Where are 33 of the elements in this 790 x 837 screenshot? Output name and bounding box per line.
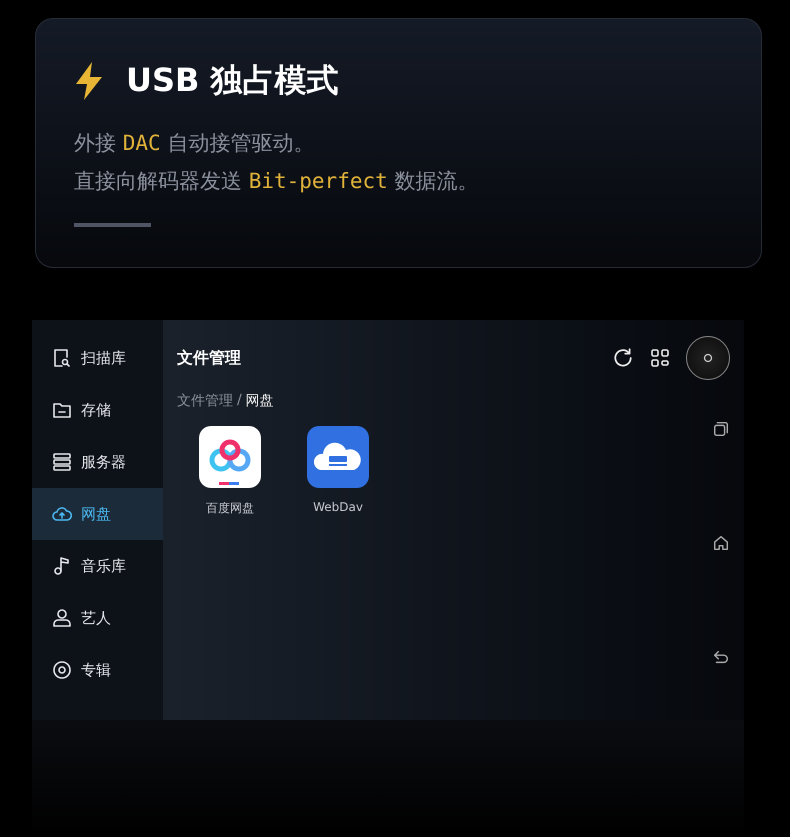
cloud-app-icon[interactable]: [199, 426, 261, 488]
breadcrumb-item[interactable]: 网盘: [246, 392, 274, 410]
lightning-icon: [74, 62, 104, 100]
card-text: 外接 DAC 自动接管驱动。: [74, 130, 316, 157]
sidebar-item[interactable]: 服务器: [32, 436, 163, 488]
breadcrumb-item[interactable]: 文件管理: [177, 392, 233, 410]
disc-button[interactable]: [686, 336, 730, 380]
disc-center-icon: [703, 353, 713, 363]
disc-icon: [52, 660, 72, 680]
app-label: WebDav: [313, 500, 363, 514]
scan-icon: [52, 348, 72, 368]
card-text: 直接向解码器发送 Bit-perfect 数据流。: [74, 168, 480, 195]
sidebar-item[interactable]: 扫描库: [32, 332, 163, 384]
sidebar-item[interactable]: 网盘: [32, 488, 163, 540]
grid-icon[interactable]: [650, 348, 670, 368]
sidebar-item[interactable]: 艺人: [32, 592, 163, 644]
refresh-icon[interactable]: [612, 347, 634, 369]
sidebar-item[interactable]: 存储: [32, 384, 163, 436]
server-icon: [52, 452, 72, 472]
recent-apps-icon[interactable]: [712, 420, 730, 438]
home-icon[interactable]: [712, 534, 730, 552]
sidebar-item[interactable]: 专辑: [32, 644, 163, 696]
card-title: USB 独占模式: [126, 60, 339, 101]
app-label: 百度网盘: [206, 500, 254, 517]
back-icon[interactable]: [712, 648, 730, 666]
page-title: 文件管理: [177, 348, 241, 368]
sidebar-item[interactable]: 音乐库: [32, 540, 163, 592]
cloud-upload-icon: [52, 504, 72, 524]
folder-icon: [52, 400, 72, 420]
breadcrumb-separator: /: [237, 392, 242, 410]
cloud-app-icon[interactable]: [307, 426, 369, 488]
music-note-icon: [52, 556, 72, 576]
person-icon: [52, 608, 72, 628]
